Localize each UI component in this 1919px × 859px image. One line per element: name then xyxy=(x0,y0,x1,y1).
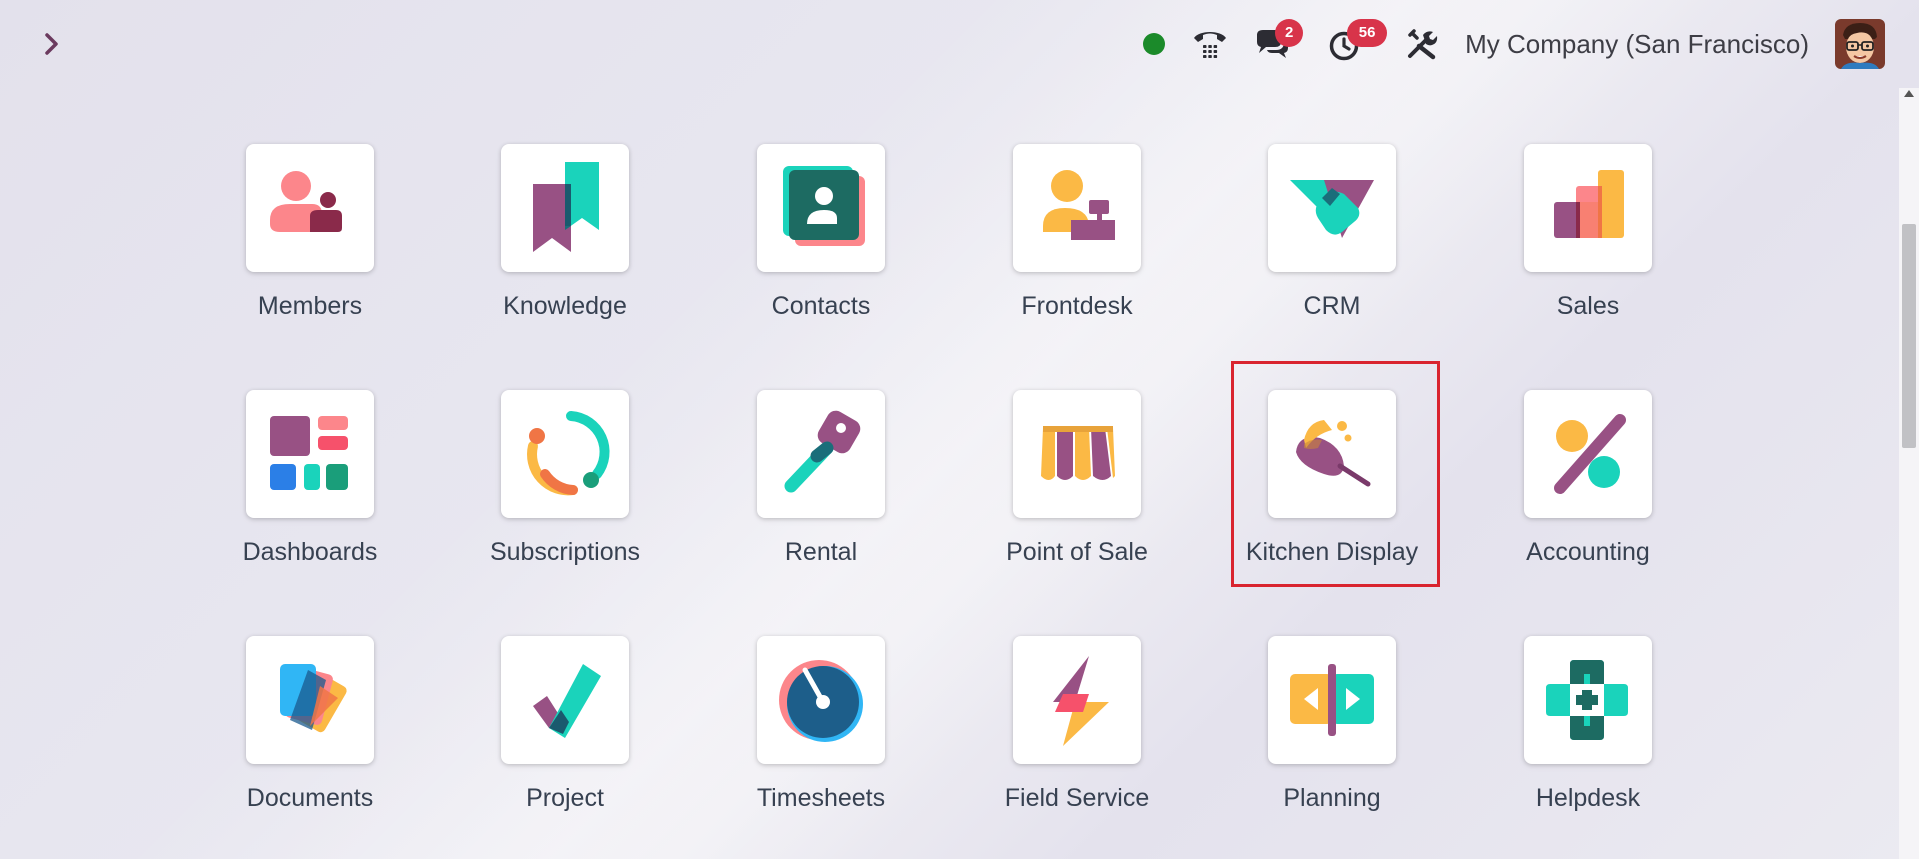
app-label: CRM xyxy=(1303,292,1361,320)
app-tile xyxy=(246,636,374,764)
app-label: Subscriptions xyxy=(489,538,641,566)
sales-icon xyxy=(1554,170,1624,238)
chevron-right-icon[interactable] xyxy=(36,28,68,60)
app-dashboards[interactable]: Dashboards xyxy=(190,386,406,586)
app-label: Point of Sale xyxy=(1006,538,1148,566)
activities-badge: 56 xyxy=(1347,19,1388,47)
app-members[interactable]: Members xyxy=(190,140,406,340)
helpdesk-icon xyxy=(1546,660,1628,740)
app-label: Knowledge xyxy=(503,292,627,320)
app-label: Documents xyxy=(246,784,374,812)
scroll-thumb[interactable] xyxy=(1902,224,1916,448)
field-service-icon xyxy=(1053,656,1109,746)
app-tile xyxy=(757,144,885,272)
app-crm[interactable]: CRM xyxy=(1212,140,1428,340)
app-subscriptions[interactable]: Subscriptions xyxy=(445,386,661,586)
kitchen-display-icon xyxy=(1296,420,1371,487)
app-tile xyxy=(1013,636,1141,764)
subscriptions-icon xyxy=(527,411,610,496)
app-sales[interactable]: Sales xyxy=(1468,140,1684,340)
page-scrollbar[interactable] xyxy=(1899,88,1919,859)
app-knowledge[interactable]: Knowledge xyxy=(445,140,661,340)
app-rental[interactable]: Rental xyxy=(701,386,917,586)
app-label: Timesheets xyxy=(756,784,886,812)
app-label: Contacts xyxy=(771,292,871,320)
app-label: Helpdesk xyxy=(1535,784,1641,812)
app-planning[interactable]: Planning xyxy=(1212,632,1428,832)
documents-icon xyxy=(280,664,347,733)
rental-icon xyxy=(784,410,861,493)
app-label: Rental xyxy=(784,538,858,566)
knowledge-icon xyxy=(533,162,599,252)
app-contacts[interactable]: Contacts xyxy=(701,140,917,340)
clock-icon[interactable]: 56 xyxy=(1327,19,1388,63)
voip-phone-icon[interactable] xyxy=(1191,25,1229,63)
app-kitchen-display[interactable]: Kitchen Display xyxy=(1212,386,1428,586)
project-icon xyxy=(533,664,601,738)
app-label: Planning xyxy=(1283,784,1381,812)
crm-icon xyxy=(1290,180,1374,238)
app-timesheets[interactable]: Timesheets xyxy=(701,632,917,832)
app-tile xyxy=(757,390,885,518)
app-tile xyxy=(1268,144,1396,272)
members-icon xyxy=(270,171,342,232)
app-documents[interactable]: Documents xyxy=(190,632,406,832)
app-tile xyxy=(501,390,629,518)
app-project[interactable]: Project xyxy=(445,632,661,832)
app-tile xyxy=(246,144,374,272)
app-field-service[interactable]: Field Service xyxy=(957,632,1173,832)
planning-icon xyxy=(1290,664,1374,736)
messages-badge: 2 xyxy=(1275,19,1304,47)
app-label: Kitchen Display xyxy=(1245,538,1419,566)
app-label: Field Service xyxy=(1004,784,1150,812)
app-accounting[interactable]: Accounting xyxy=(1468,386,1684,586)
app-label: Members xyxy=(257,292,363,320)
top-navbar: 2 56 My Company (San Francisco) xyxy=(0,0,1919,88)
accounting-icon xyxy=(1554,414,1626,494)
dashboards-icon xyxy=(270,416,348,490)
app-point-of-sale[interactable]: Point of Sale xyxy=(957,386,1173,586)
app-tile xyxy=(501,636,629,764)
app-tile xyxy=(501,144,629,272)
presence-status-dot[interactable] xyxy=(1143,33,1166,55)
app-tile xyxy=(1524,144,1652,272)
app-tile xyxy=(1268,636,1396,764)
app-label: Project xyxy=(526,784,604,812)
app-tile xyxy=(1524,636,1652,764)
app-tile xyxy=(1013,390,1141,518)
systray: 2 56 My Company (San Francisco) xyxy=(1143,18,1885,70)
company-switcher[interactable]: My Company (San Francisco) xyxy=(1465,29,1809,60)
app-tile xyxy=(246,390,374,518)
scroll-up-icon[interactable] xyxy=(1904,90,1914,97)
app-label: Dashboards xyxy=(242,538,378,566)
app-label: Sales xyxy=(1556,292,1620,320)
app-helpdesk[interactable]: Helpdesk xyxy=(1468,632,1684,832)
app-tile xyxy=(1013,144,1141,272)
app-tile xyxy=(757,636,885,764)
app-frontdesk[interactable]: Frontdesk xyxy=(957,140,1173,340)
app-label: Accounting xyxy=(1526,538,1650,566)
contacts-icon xyxy=(783,166,865,246)
chat-bubbles-icon[interactable]: 2 xyxy=(1253,19,1304,63)
app-tile xyxy=(1268,390,1396,518)
user-avatar[interactable] xyxy=(1835,19,1885,69)
frontdesk-icon xyxy=(1043,170,1115,240)
app-tile xyxy=(1524,390,1652,518)
timesheets-icon xyxy=(779,660,863,742)
debug-tools-icon[interactable] xyxy=(1405,27,1439,61)
app-label: Frontdesk xyxy=(1021,292,1133,320)
point-of-sale-icon xyxy=(1041,426,1115,480)
